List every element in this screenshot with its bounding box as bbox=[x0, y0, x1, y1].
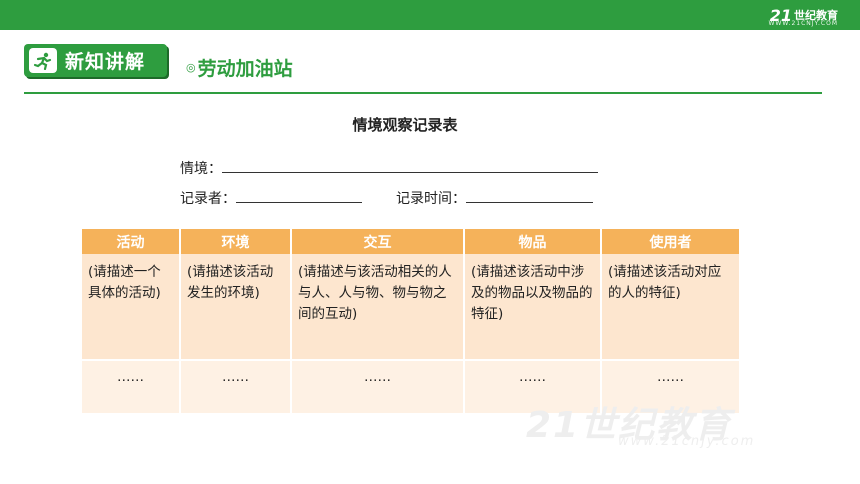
brand-logo: 21 世纪教育 WWW.21CNJY.COM bbox=[768, 4, 838, 28]
running-person-icon bbox=[29, 48, 57, 73]
cell-environment: (请描述该活动发生的环境) bbox=[181, 254, 290, 359]
top-banner: 21 世纪教育 WWW.21CNJY.COM bbox=[0, 0, 860, 30]
header-activity: 活动 bbox=[82, 229, 179, 254]
header-objects: 物品 bbox=[465, 229, 600, 254]
table-header-row: 活动 环境 交互 物品 使用者 bbox=[82, 229, 739, 254]
cell-interaction: (请描述与该活动相关的人与人、人与物、物与物之间的互动) bbox=[292, 254, 463, 359]
recorder-label: 记录者： bbox=[180, 191, 236, 207]
time-blank[interactable] bbox=[466, 188, 593, 203]
section-title: 新知讲解 bbox=[65, 51, 146, 73]
header-users: 使用者 bbox=[602, 229, 739, 254]
form-title: 情境观察记录表 bbox=[352, 116, 458, 134]
recorder-blank[interactable] bbox=[236, 188, 362, 203]
section-subtitle: ◎ 劳动加油站 bbox=[186, 54, 293, 81]
circle-bullet-icon: ◎ bbox=[186, 61, 196, 74]
brand-url: WWW.21CNJY.COM bbox=[768, 20, 838, 27]
recorder-row: 记录者： bbox=[180, 188, 362, 208]
cell-ellipsis: …… bbox=[82, 359, 179, 413]
cell-ellipsis: …… bbox=[292, 359, 463, 413]
subtitle-text: 劳动加油站 bbox=[197, 58, 293, 80]
situation-label: 情境： bbox=[180, 161, 222, 177]
table-row: (请描述一个具体的活动) (请描述该活动发生的环境) (请描述与该活动相关的人与… bbox=[82, 254, 739, 359]
divider bbox=[24, 92, 822, 94]
time-row: 记录时间： bbox=[396, 188, 593, 208]
cell-activity: (请描述一个具体的活动) bbox=[82, 254, 179, 359]
situation-row: 情境： bbox=[180, 158, 598, 178]
observation-table: 活动 环境 交互 物品 使用者 (请描述一个具体的活动) (请描述该活动发生的环… bbox=[80, 229, 741, 413]
section-label-button: 新知讲解 bbox=[24, 44, 167, 77]
cell-ellipsis: …… bbox=[181, 359, 290, 413]
header-environment: 环境 bbox=[181, 229, 290, 254]
watermark-url: www.21cnjy.com bbox=[618, 434, 756, 449]
cell-users: (请描述该活动对应的人的特征) bbox=[602, 254, 739, 359]
situation-blank[interactable] bbox=[222, 158, 598, 173]
time-label: 记录时间： bbox=[396, 191, 466, 207]
header-interaction: 交互 bbox=[292, 229, 463, 254]
cell-objects: (请描述该活动中涉及的物品以及物品的特征) bbox=[465, 254, 600, 359]
